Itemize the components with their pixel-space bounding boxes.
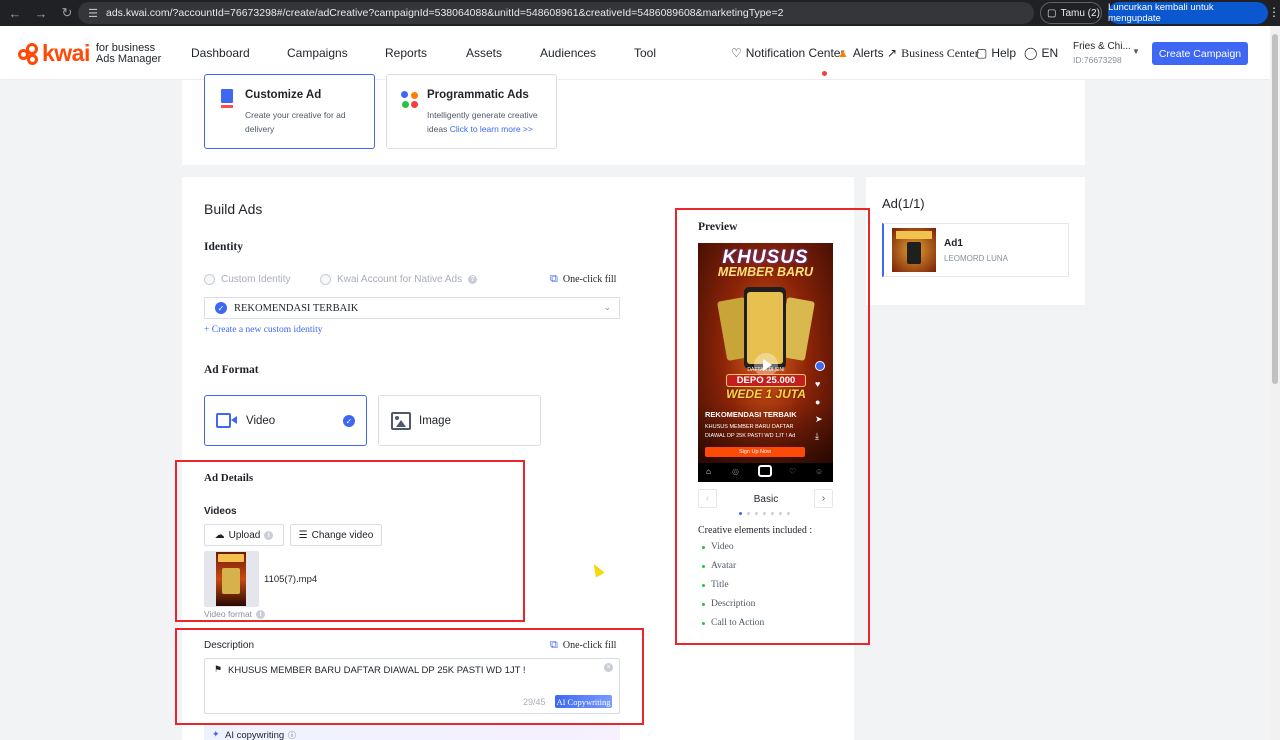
alerts-label: Alerts (852, 46, 884, 60)
help-link[interactable]: ▢ Help (976, 46, 1016, 60)
create-custom-identity-link[interactable]: + Create a new custom identity (204, 325, 323, 335)
creative-type-card: Customize Ad Create your creative for ad… (182, 74, 1085, 165)
account-name: Fries & Chi... (1073, 41, 1131, 52)
site-settings-icon[interactable]: ☰ (86, 6, 100, 20)
nav-campaigns[interactable]: Campaigns (287, 46, 348, 60)
customize-ad-option[interactable]: Customize Ad Create your creative for ad… (204, 74, 375, 149)
browser-menu-icon[interactable]: ⋮ (1268, 5, 1280, 19)
language-label: EN (1041, 46, 1059, 60)
update-button[interactable]: Luncurkan kembali untuk mengupdate (1108, 2, 1268, 24)
custom-identity-radio[interactable]: Custom Identity (204, 274, 290, 285)
external-link-icon: ↗ (887, 46, 898, 60)
business-center-link[interactable]: ↗ Business Center (887, 46, 979, 61)
identity-one-click-fill[interactable]: ⧉ One-click fill (550, 273, 616, 286)
verified-check-icon: ✓ (215, 302, 227, 314)
nav-audiences[interactable]: Audiences (540, 46, 596, 60)
alerts-link[interactable]: ▲ Alerts (837, 46, 884, 60)
warning-icon: ▲ (837, 46, 849, 60)
radio-dot (320, 274, 331, 285)
programmatic-ads-option[interactable]: Programmatic Ads Intelligently generate … (386, 74, 557, 149)
nav-assets[interactable]: Assets (466, 46, 502, 60)
notification-center-label: Notification Center (745, 46, 845, 60)
help-label: Help (991, 46, 1017, 60)
reload-icon[interactable]: ↻ (56, 2, 78, 24)
image-icon (391, 411, 411, 430)
kwai-account-radio[interactable]: Kwai Account for Native Ads ? (320, 274, 478, 285)
scrollbar-thumb[interactable] (1272, 34, 1278, 384)
image-format-label: Image (419, 414, 451, 427)
logo-sub-line2: Ads Manager (95, 52, 162, 65)
ai-copywriting-label: AI copywriting (225, 730, 285, 740)
highlight-description-box (175, 628, 644, 725)
highlight-preview-box (675, 208, 870, 645)
one-click-fill-label: One-click fill (562, 274, 617, 285)
copy-icon: ⧉ (550, 273, 558, 285)
chevron-down-icon: ⌄ (603, 302, 611, 312)
radio-dot (204, 274, 215, 285)
identity-label: Identity (204, 241, 243, 253)
profile-button[interactable]: ▢ Tamu (2) (1040, 2, 1102, 24)
programmatic-ads-desc: Intelligently generate creative ideas Cl… (427, 108, 542, 136)
build-ads-title: Build Ads (204, 201, 263, 217)
customize-ad-icon (221, 89, 233, 109)
bell-icon: ♡ (731, 46, 742, 60)
nav-tool[interactable]: Tool (634, 46, 656, 60)
ad-format-label: Ad Format (204, 364, 259, 376)
globe-icon: ◯ (1024, 46, 1038, 60)
notification-dot (822, 71, 827, 76)
back-icon[interactable]: ← (4, 2, 26, 24)
format-video-option[interactable]: Video ✓ (204, 395, 367, 446)
logo-wordmark: kwai (42, 40, 90, 66)
ad-identity: LEOMORD LUNA (944, 254, 1009, 263)
nav-dashboard[interactable]: Dashboard (191, 46, 250, 60)
page-scrollbar[interactable] (1270, 26, 1280, 740)
format-image-option[interactable]: Image (378, 395, 541, 446)
ad-thumbnail (892, 228, 936, 272)
language-switch[interactable]: ◯ EN (1024, 46, 1058, 60)
custom-identity-label: Custom Identity (221, 274, 291, 285)
help-icon: ▢ (976, 46, 988, 60)
programmatic-ads-title: Programmatic Ads (427, 89, 529, 101)
ad-list-title: Ad(1/1) (882, 196, 925, 211)
sparkle-icon: ✦ (212, 729, 220, 739)
identity-select[interactable]: ✓ REKOMENDASI TERBAIK ⌄ (204, 297, 620, 319)
profile-label: Tamu (2) (1060, 7, 1100, 19)
selected-identity: REKOMENDASI TERBAIK (234, 302, 359, 314)
url-text: ads.kwai.com/?accountId=76673298#/create… (106, 7, 784, 19)
ad-name: Ad1 (944, 238, 963, 249)
info-icon[interactable]: ? (468, 275, 478, 284)
ad-list-card: Ad(1/1) Ad1 LEOMORD LUNA (866, 177, 1085, 305)
account-switcher[interactable]: Fries & Chi... ID:76673298 (1073, 41, 1131, 65)
programmatic-ads-icon (401, 91, 419, 109)
nav-reports[interactable]: Reports (385, 46, 427, 60)
video-format-label: Video (246, 414, 276, 427)
address-bar[interactable]: ☰ ads.kwai.com/?accountId=76673298#/crea… (78, 2, 1034, 24)
profile-icon: ▢ (1047, 7, 1057, 19)
customize-ad-desc: Create your creative for ad delivery (245, 110, 346, 134)
customize-ad-title: Customize Ad (245, 89, 322, 101)
selected-check-icon: ✓ (343, 415, 355, 427)
learn-more-link[interactable]: Click to learn more >> (450, 124, 533, 134)
logo-sub-line1: for business (95, 41, 156, 54)
kwai-account-label: Kwai Account for Native Ads (337, 274, 463, 285)
notification-center-link[interactable]: ♡ Notification Center (731, 46, 844, 60)
kwai-logo-icon (18, 42, 38, 65)
create-campaign-button[interactable]: Create Campaign (1152, 42, 1248, 65)
ai-copywriting-row[interactable]: ✦ AI copywriting ⓘ (204, 724, 620, 740)
kwai-logo[interactable]: kwai for business Ads Manager (18, 40, 161, 67)
ad-list-item[interactable]: Ad1 LEOMORD LUNA (882, 223, 1069, 277)
highlight-ad-details-box (175, 460, 525, 622)
logo-subtitle: for business Ads Manager (95, 41, 162, 65)
account-dropdown-icon[interactable]: ▼ (1132, 47, 1140, 56)
help-circle-icon[interactable]: ⓘ (288, 730, 296, 740)
forward-icon[interactable]: → (30, 2, 52, 24)
account-id: ID:76673298 (1073, 55, 1122, 65)
top-navigation: kwai for business Ads Manager Dashboard … (0, 26, 1270, 80)
business-center-label: Business Center (901, 46, 979, 60)
browser-toolbar: ← → ↻ ☰ ads.kwai.com/?accountId=76673298… (0, 0, 1280, 26)
video-camera-icon (216, 413, 238, 428)
